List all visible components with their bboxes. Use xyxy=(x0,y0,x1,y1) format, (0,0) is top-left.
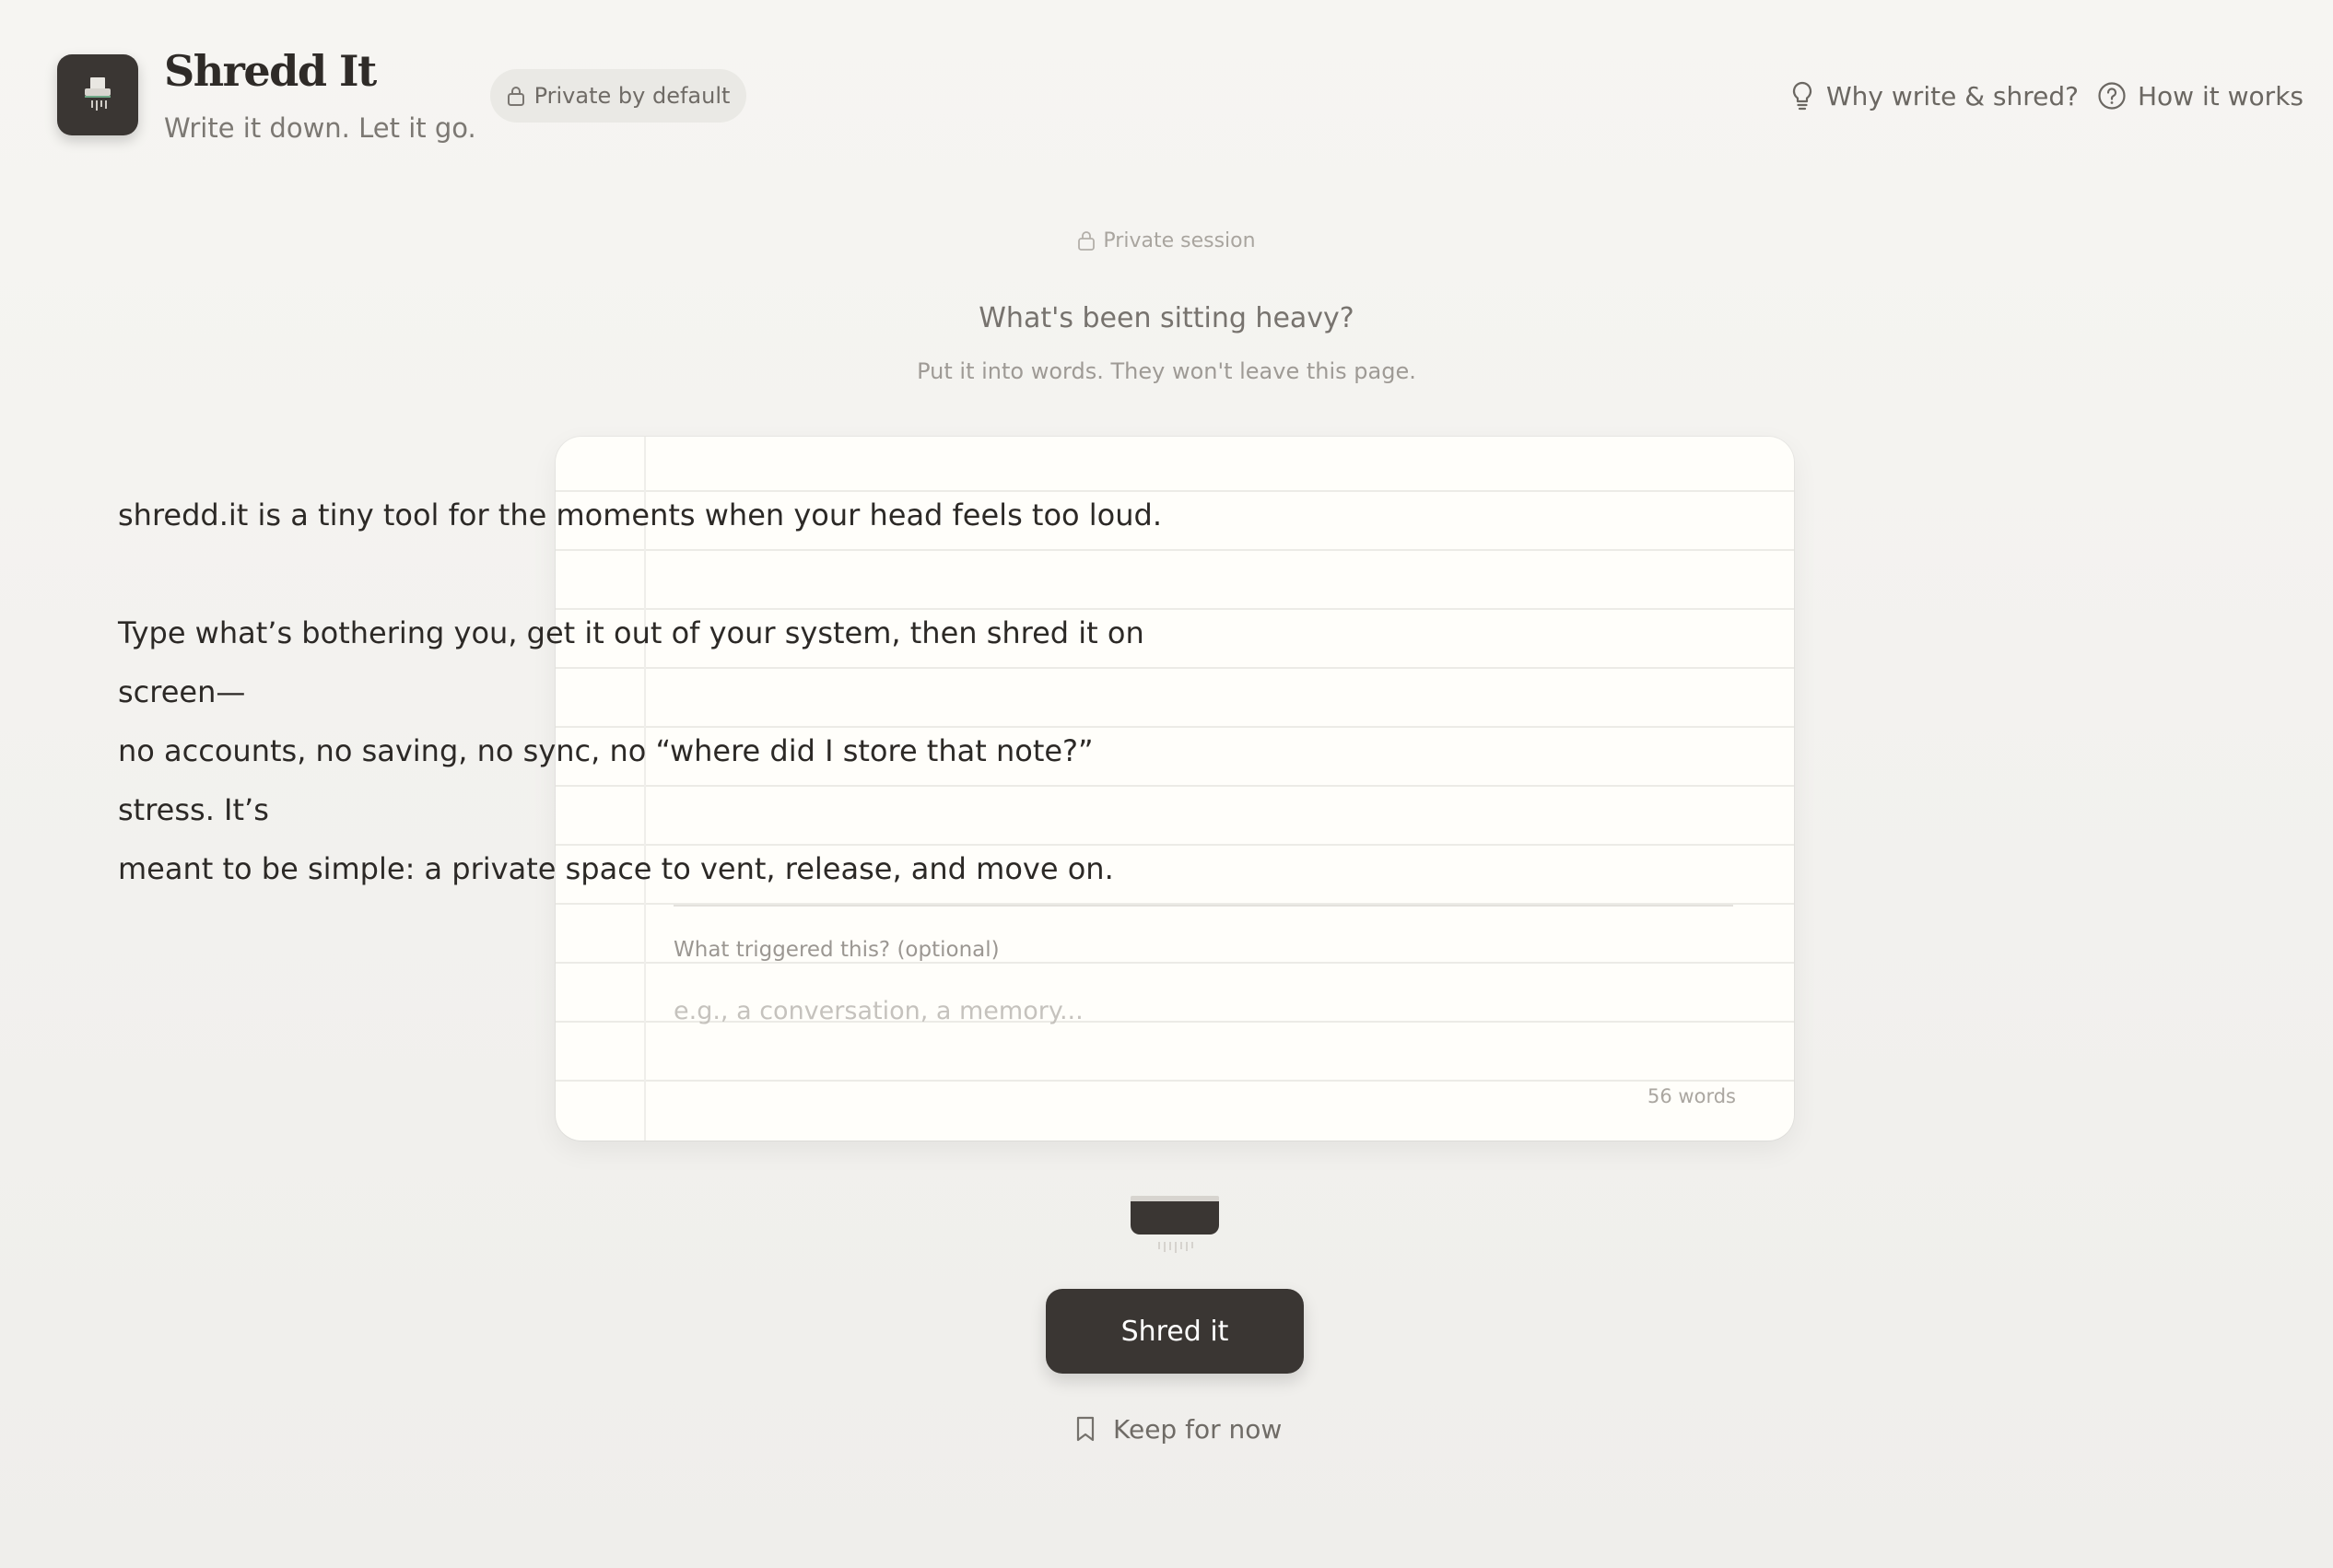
prompt-subtitle: Put it into words. They won't leave this… xyxy=(917,358,1416,384)
brand-title: Shredd It xyxy=(164,46,377,96)
lock-icon xyxy=(1078,231,1096,251)
trigger-label: What triggered this? (optional) xyxy=(674,938,1000,962)
session-label: Private session xyxy=(1103,228,1256,252)
privacy-badge-label: Private by default xyxy=(533,83,731,109)
lock-icon xyxy=(507,87,524,106)
trigger-input[interactable] xyxy=(674,991,1733,1030)
privacy-badge: Private by default xyxy=(490,69,746,123)
writing-paragraph: Type what’s bothering you, get it out of… xyxy=(118,615,1144,886)
how-it-works-label: How it works xyxy=(2138,80,2304,111)
logo[interactable] xyxy=(57,54,138,135)
why-write-label: Why write & shred? xyxy=(1826,80,2080,111)
why-write-link[interactable]: Why write & shred? xyxy=(1789,74,2079,118)
keep-for-now-label: Keep for now xyxy=(1113,1413,1283,1445)
paper-shredder-icon xyxy=(85,77,111,111)
brand-tagline: Write it down. Let it go. xyxy=(164,112,476,144)
shredder-icon xyxy=(1131,1196,1219,1253)
lightbulb-icon xyxy=(1792,81,1812,111)
bookmark-icon xyxy=(1076,1416,1095,1442)
keep-for-now-button[interactable]: Keep for now xyxy=(1074,1408,1282,1450)
help-circle-icon xyxy=(2098,82,2126,110)
session-indicator: Private session xyxy=(0,225,2333,256)
writing-area[interactable]: shredd.it is a tiny tool for the moments… xyxy=(118,486,1178,898)
prompt-title: What's been sitting heavy? xyxy=(979,302,1354,334)
section-divider xyxy=(674,905,1733,907)
shred-button[interactable]: Shred it xyxy=(1046,1289,1304,1374)
how-it-works-link[interactable]: How it works xyxy=(2097,74,2304,118)
app-page: Shredd It Write it down. Let it go. Priv… xyxy=(0,0,2333,1568)
word-count: 56 words xyxy=(1647,1085,1736,1107)
writing-paragraph: shredd.it is a tiny tool for the moments… xyxy=(118,497,1163,532)
